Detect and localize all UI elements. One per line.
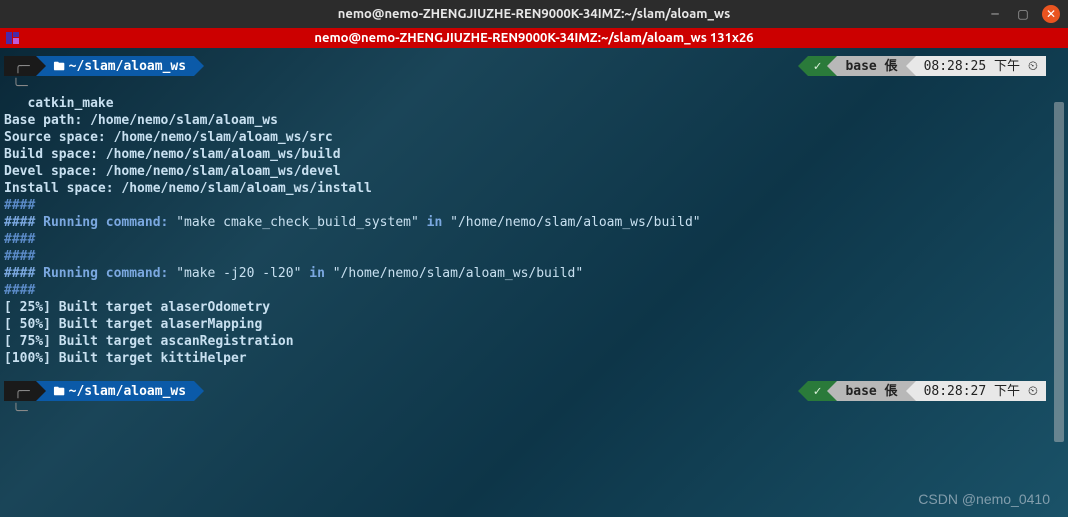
time-text: 08:28:27 下午 [924, 383, 1020, 400]
output-line: Source space: /home/nemo/slam/aloam_ws/s… [4, 129, 1064, 146]
output-line: #### [4, 231, 1064, 248]
time-segment: 08:28:27 下午 ⏲ [916, 381, 1046, 401]
folder-icon [54, 58, 69, 75]
output-line: Build space: /home/nemo/slam/aloam_ws/bu… [4, 146, 1064, 163]
status-ok-segment: ✓ [808, 56, 828, 76]
folder-icon [54, 383, 69, 400]
output-line: [ 25%] Built target alaserOdometry [4, 299, 1064, 316]
output-line: #### Running command: "make cmake_check_… [4, 214, 1064, 231]
separator-icon [798, 56, 808, 76]
window-titlebar: nemo@nemo-ZHENGJIUZHE-REN9000K-34IMZ:~/s… [0, 0, 1068, 28]
tmux-statusbar: nemo@nemo-ZHENGJIUZHE-REN9000K-34IMZ:~/s… [0, 28, 1068, 48]
terminal-area[interactable]: ╭─ ~/slam/aloam_ws ✓ base 倀 08:28:25 下午 … [0, 48, 1068, 517]
time-text: 08:28:25 下午 [924, 58, 1020, 75]
separator-icon [827, 56, 837, 76]
output-line: #### Running command: "make -j20 -l20" i… [4, 265, 1064, 282]
output-line: [ 75%] Built target ascanRegistration [4, 333, 1064, 350]
cursor-line: ╰─ [4, 403, 1064, 420]
separator-icon [906, 56, 916, 76]
output-line: #### [4, 248, 1064, 265]
watermark: CSDN @nemo_0410 [918, 491, 1050, 507]
output-line: #### [4, 282, 1064, 299]
separator-icon [36, 56, 46, 76]
prompt-path-segment: ~/slam/aloam_ws [46, 56, 194, 76]
maximize-button[interactable]: ▢ [1014, 5, 1032, 23]
separator-icon [906, 381, 916, 401]
minimize-button[interactable]: ─ [986, 5, 1004, 23]
output-line: Base path: /home/nemo/slam/aloam_ws [4, 112, 1064, 129]
status-ok-segment: ✓ [808, 381, 828, 401]
separator-icon [827, 381, 837, 401]
separator-icon [798, 381, 808, 401]
prompt-line-1: ╭─ ~/slam/aloam_ws ✓ base 倀 08:28:25 下午 … [4, 56, 1064, 76]
terminal-content: ╭─ ~/slam/aloam_ws ✓ base 倀 08:28:25 下午 … [0, 48, 1068, 517]
prompt-line-2: ╭─ ~/slam/aloam_ws ✓ base 倀 08:28:27 下午 … [4, 381, 1064, 401]
window-title: nemo@nemo-ZHENGJIUZHE-REN9000K-34IMZ:~/s… [338, 7, 731, 21]
pane-indicator-icon [6, 32, 20, 44]
output-line: #### [4, 197, 1064, 214]
output-line: [100%] Built target kittiHelper [4, 350, 1064, 367]
cursor-line: ╰─ [4, 78, 1064, 95]
prompt-host-segment: ╭─ [4, 56, 36, 76]
output-line: Install space: /home/nemo/slam/aloam_ws/… [4, 180, 1064, 197]
separator-icon [36, 381, 46, 401]
separator-icon [194, 56, 204, 76]
command-line: catkin_make [4, 95, 1064, 112]
window-controls: ─ ▢ ✕ [986, 5, 1060, 23]
prompt-host-segment: ╭─ [4, 381, 36, 401]
output-line: [ 50%] Built target alaserMapping [4, 316, 1064, 333]
time-segment: 08:28:25 下午 ⏲ [916, 56, 1046, 76]
clock-icon: ⏲ [1028, 383, 1038, 400]
prompt-path: ~/slam/aloam_ws [69, 383, 186, 400]
prompt-path-segment: ~/slam/aloam_ws [46, 381, 194, 401]
close-button[interactable]: ✕ [1042, 5, 1060, 23]
output-line: Devel space: /home/nemo/slam/aloam_ws/de… [4, 163, 1064, 180]
prompt-path: ~/slam/aloam_ws [69, 58, 186, 75]
env-segment: base 倀 [837, 56, 905, 76]
clock-icon: ⏲ [1028, 58, 1038, 75]
separator-icon [194, 381, 204, 401]
statusbar-text: nemo@nemo-ZHENGJIUZHE-REN9000K-34IMZ:~/s… [314, 31, 753, 45]
env-segment: base 倀 [837, 381, 905, 401]
